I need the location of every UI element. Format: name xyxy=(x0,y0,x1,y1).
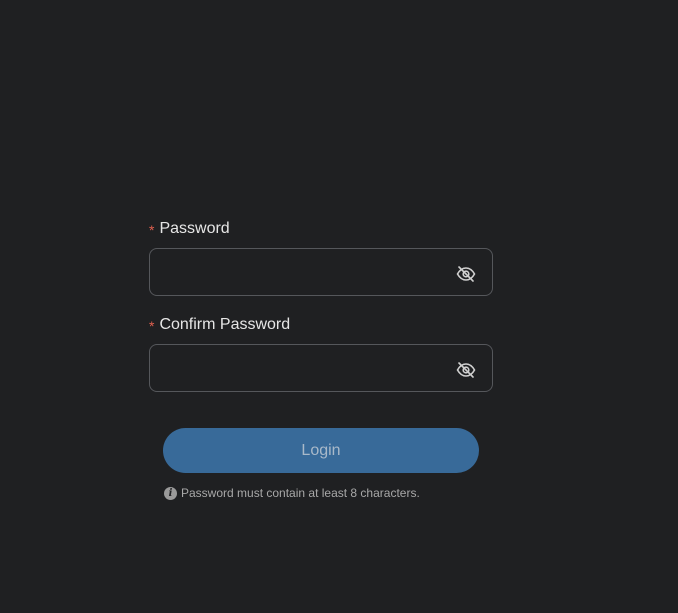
password-hint: i Password must contain at least 8 chara… xyxy=(164,486,420,500)
eye-slash-icon[interactable] xyxy=(456,361,476,379)
eye-slash-icon[interactable] xyxy=(456,265,476,283)
info-icon: i xyxy=(164,486,177,500)
password-form: * Password * Confirm Password Login i Pa… xyxy=(149,218,493,500)
password-input[interactable] xyxy=(150,249,450,295)
password-hint-text: Password must contain at least 8 charact… xyxy=(181,486,420,500)
confirm-password-label-text: Confirm Password xyxy=(159,316,291,333)
confirm-password-field-wrapper xyxy=(149,344,493,392)
required-mark: * xyxy=(149,318,155,334)
confirm-password-label: * Confirm Password xyxy=(149,314,493,336)
password-label: * Password xyxy=(149,218,493,240)
login-button[interactable]: Login xyxy=(163,428,479,473)
password-label-text: Password xyxy=(159,220,230,237)
required-mark: * xyxy=(149,222,155,238)
password-field-wrapper xyxy=(149,248,493,296)
confirm-password-input[interactable] xyxy=(150,345,450,391)
